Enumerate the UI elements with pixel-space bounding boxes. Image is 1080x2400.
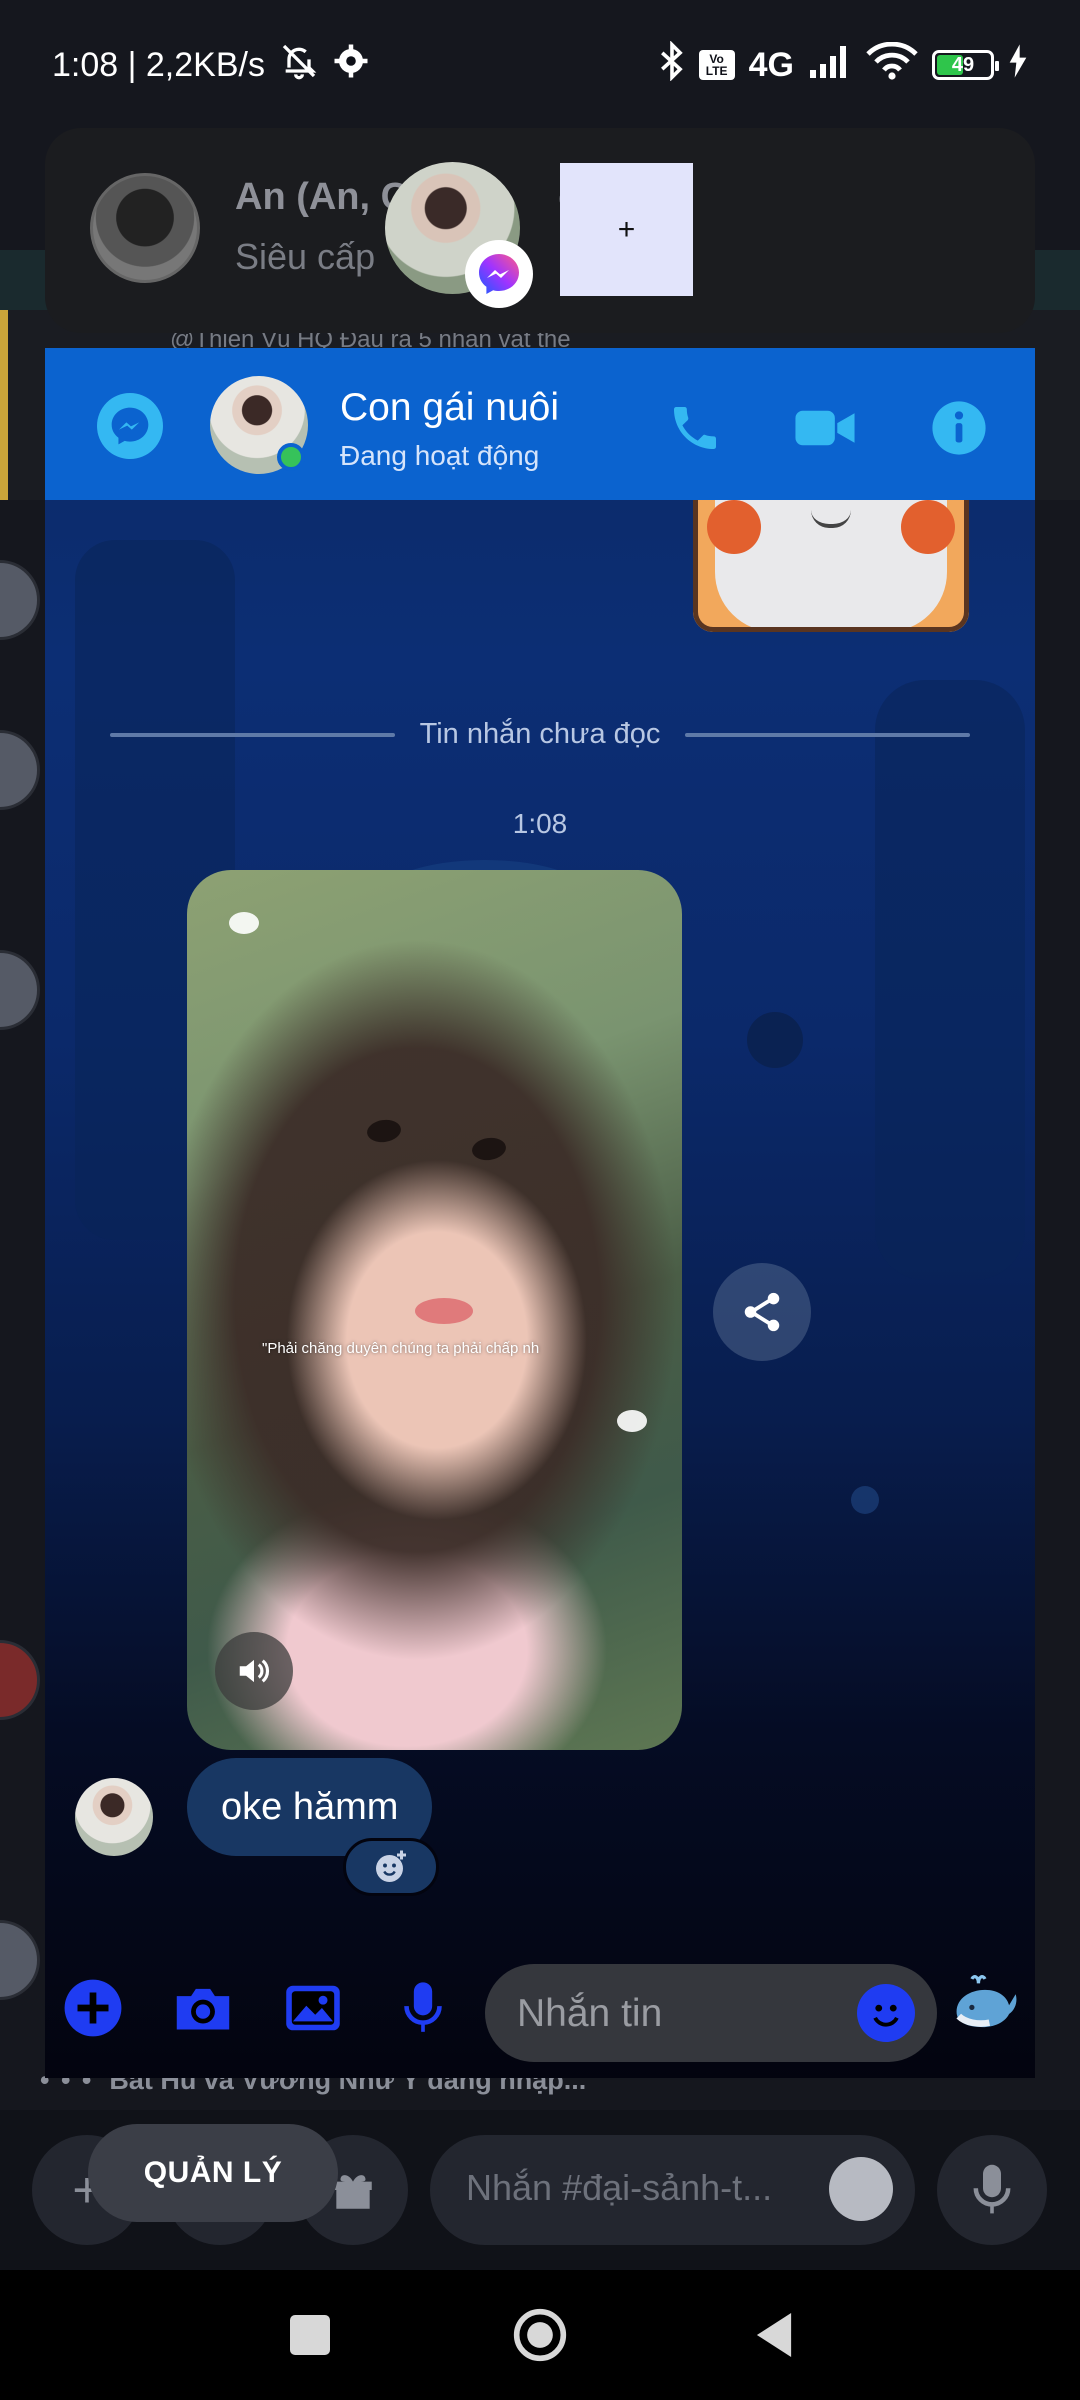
background-avatar — [0, 1640, 40, 1720]
chat-bubble-window: Con gái nuôi Đang hoạt động Tin nhắn chư… — [45, 348, 1035, 2078]
share-icon[interactable] — [713, 1263, 811, 1361]
manage-button[interactable]: QUẢN LÝ — [88, 2124, 338, 2222]
messenger-logo-icon[interactable] — [97, 393, 163, 459]
microphone-icon[interactable] — [937, 2135, 1047, 2245]
home-icon[interactable] — [512, 2307, 568, 2363]
gallery-icon[interactable] — [277, 1972, 349, 2044]
info-icon[interactable] — [927, 396, 991, 460]
battery-level: 49 — [951, 53, 975, 76]
message-composer: Nhắn tin — [45, 1948, 1035, 2078]
wifi-icon — [866, 41, 918, 89]
system-navigation-bar — [0, 2270, 1080, 2400]
video-call-icon[interactable] — [793, 396, 857, 460]
add-reaction-icon[interactable] — [343, 1838, 439, 1896]
back-icon[interactable] — [752, 2310, 802, 2360]
video-light-spot — [617, 1410, 647, 1432]
video-eye — [470, 1135, 508, 1163]
status-bar: 1:08 | 2,2KB/s Vo LTE 4G 49 — [0, 0, 1080, 130]
gear-icon — [333, 43, 369, 88]
video-light-spot — [229, 912, 259, 934]
online-status-dot — [277, 443, 305, 471]
status-time: 1:08 | 2,2KB/s — [52, 45, 265, 84]
video-eye — [365, 1117, 403, 1145]
background-avatar — [0, 560, 40, 640]
chat-heads-strip: An (An, Cếm Siêu cấpi — [45, 128, 1035, 333]
emoji-icon[interactable] — [857, 1984, 915, 2042]
contact-status: Đang hoạt động — [340, 440, 540, 471]
network-type: 4G — [748, 45, 794, 84]
contact-name[interactable]: Con gái nuôi — [340, 386, 559, 430]
emoji-icon[interactable] — [829, 2157, 893, 2221]
message-input[interactable]: Nhắn tin — [485, 1964, 937, 2062]
battery-icon: 49 — [932, 50, 999, 80]
messenger-badge-icon — [465, 240, 533, 308]
background-avatar — [0, 1920, 40, 2000]
chat-header: Con gái nuôi Đang hoạt động — [45, 348, 1035, 500]
microphone-icon[interactable] — [387, 1972, 459, 2044]
background-avatar — [0, 950, 40, 1030]
camera-icon[interactable] — [167, 1972, 239, 2044]
charging-icon — [1008, 43, 1028, 87]
recents-icon[interactable] — [285, 2310, 335, 2360]
phone-call-icon[interactable] — [663, 396, 727, 460]
sender-avatar[interactable] — [75, 1778, 153, 1856]
volume-icon[interactable] — [215, 1632, 293, 1710]
video-caption: "Phải chăng duyên chúng ta phải chấp nh — [262, 1340, 540, 1357]
bluetooth-icon — [659, 39, 685, 90]
background-avatar — [0, 730, 40, 810]
channel-message-input[interactable]: Nhắn #đại-sảnh-t... — [430, 2135, 915, 2245]
video-message[interactable]: "Phải chăng duyên chúng ta phải chấp nh — [187, 870, 682, 1750]
signal-icon — [808, 44, 852, 87]
video-lips — [415, 1298, 473, 1324]
mute-bell-icon — [279, 41, 319, 90]
add-icon[interactable] — [57, 1972, 129, 2044]
volte-badge: Vo LTE — [698, 50, 735, 80]
whale-emoji-icon[interactable] — [950, 1968, 1020, 2038]
unread-divider-label: Tin nhắn chưa đọc — [419, 718, 661, 750]
message-timestamp: 1:08 — [512, 808, 568, 839]
chat-head-avatar[interactable] — [90, 173, 200, 283]
cat-sticker[interactable] — [693, 500, 969, 632]
add-bubble-button[interactable]: + — [560, 163, 693, 296]
